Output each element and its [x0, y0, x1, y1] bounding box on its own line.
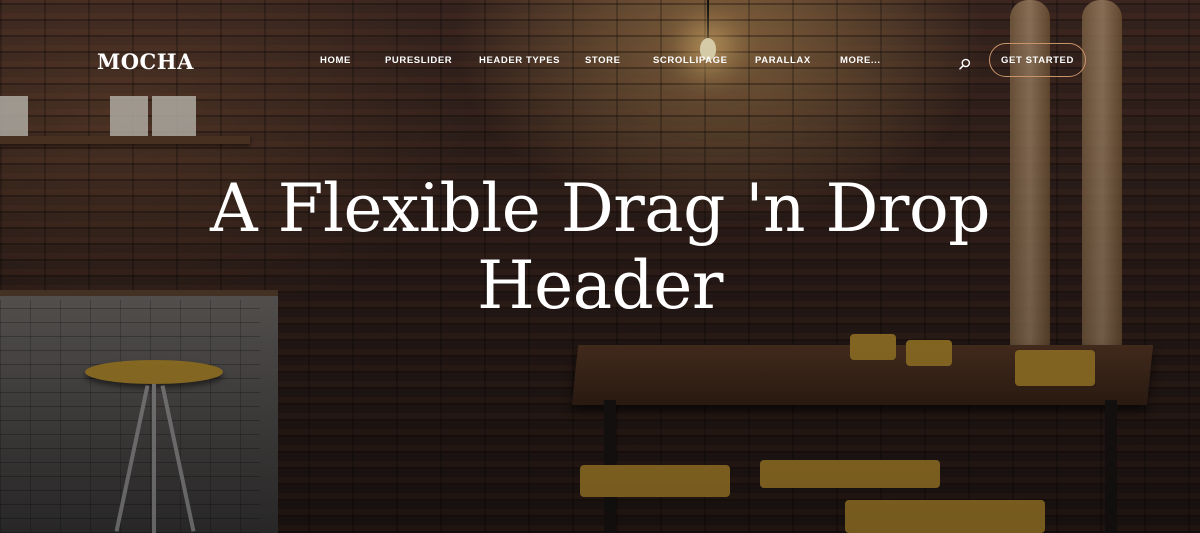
search-icon[interactable] — [959, 57, 971, 70]
hero-headline: A Flexible Drag 'n Drop Header — [0, 170, 1200, 324]
nav-item-parallax[interactable]: PARALLAX — [755, 55, 811, 66]
nav-item-scrollipage[interactable]: SCROLLIPAGE — [653, 55, 728, 66]
hero-section: MOCHA HOME PURESLIDER HEADER TYPES STORE… — [0, 0, 1200, 533]
hero-headline-line-2: Header — [477, 247, 723, 325]
nav-item-header-types[interactable]: HEADER TYPES — [479, 55, 560, 66]
nav-item-home[interactable]: HOME — [320, 55, 351, 66]
site-logo[interactable]: MOCHA — [97, 49, 194, 74]
nav-item-pureslider[interactable]: PURESLIDER — [385, 55, 452, 66]
hero-headline-line-1: A Flexible Drag 'n Drop — [210, 170, 990, 247]
nav-item-store[interactable]: STORE — [585, 55, 621, 66]
nav-item-more[interactable]: MORE... — [840, 55, 881, 66]
get-started-button[interactable]: GET STARTED — [989, 43, 1086, 77]
